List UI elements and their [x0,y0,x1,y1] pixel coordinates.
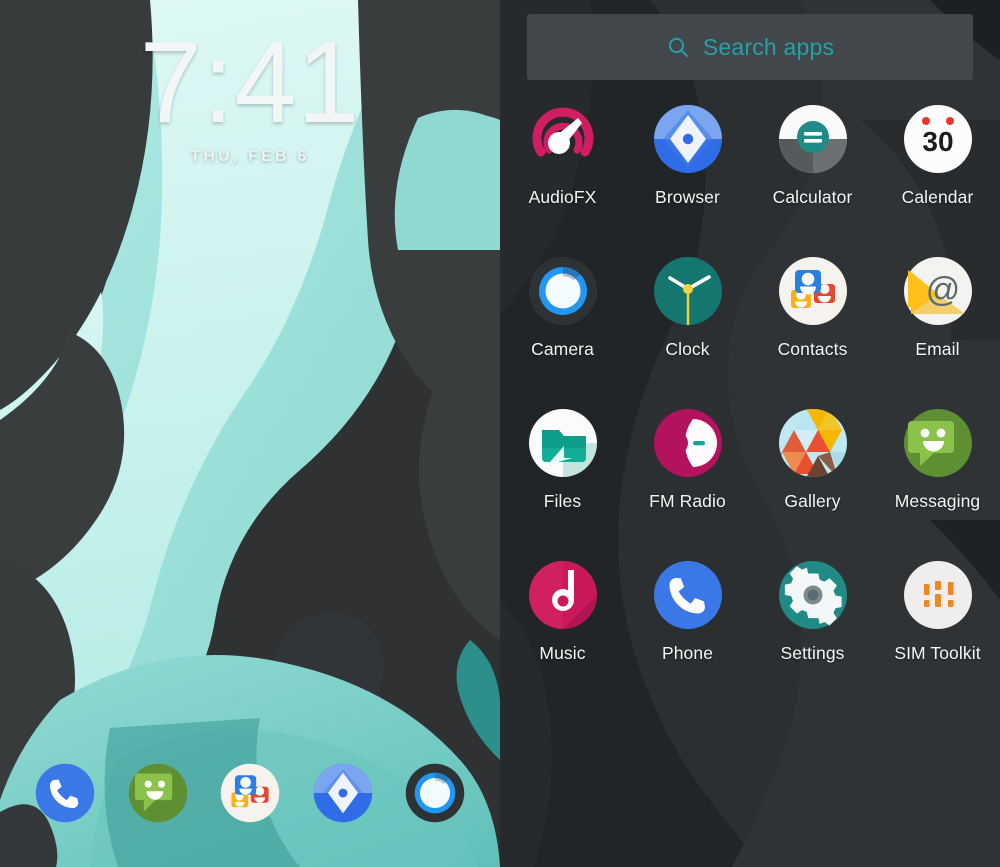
android-launcher-screen: 7:41 THU, FEB 6 Search apps AudioFX Brow… [0,0,1000,867]
files-icon [528,408,598,478]
app-label: FM Radio [649,491,726,511]
app-item-browser[interactable]: Browser [625,104,750,208]
audiofx-icon [528,104,598,174]
app-item-contacts[interactable]: Contacts [750,256,875,360]
app-item-audiofx[interactable]: AudioFX [500,104,625,208]
dock-item-messaging[interactable] [127,762,189,824]
app-label: Music [539,643,586,663]
camera-icon [405,763,465,823]
app-item-clock[interactable]: Clock [625,256,750,360]
camera-icon [528,256,598,326]
app-item-gallery[interactable]: Gallery [750,408,875,512]
dock-item-phone[interactable] [34,762,96,824]
dock [0,762,500,824]
clock-icon [653,256,723,326]
search-input[interactable]: Search apps [703,34,834,61]
phone-icon [35,763,95,823]
app-label: Calendar [901,187,974,207]
calendar-icon: 30 [903,104,973,174]
settings-icon [778,560,848,630]
messaging-icon [128,763,187,823]
phone-icon [653,560,723,630]
app-item-sim-toolkit[interactable]: SIM Toolkit [875,560,1000,664]
app-item-music[interactable]: Music [500,560,625,664]
music-icon [528,560,598,630]
fm-radio-icon [653,408,723,478]
app-label: Files [543,491,582,511]
app-item-email[interactable]: @ Email [875,256,1000,360]
search-apps-bar[interactable]: Search apps [527,14,973,80]
app-item-calendar[interactable]: 30 Calendar [875,104,1000,208]
browser-icon [313,763,372,823]
app-item-calculator[interactable]: Calculator [750,104,875,208]
app-label: Clock [665,339,710,359]
app-label: Gallery [784,491,841,511]
calculator-icon [778,104,848,174]
svg-text:@: @ [925,271,960,309]
gallery-icon [778,408,848,478]
home-screen[interactable]: 7:41 THU, FEB 6 [0,0,500,867]
app-label: Settings [780,643,845,663]
app-label: SIM Toolkit [894,643,981,663]
contacts-icon [778,256,848,326]
app-label: Email [915,339,960,359]
dock-item-browser[interactable] [312,762,374,824]
app-label: AudioFX [528,187,597,207]
app-item-messaging[interactable]: Messaging [875,408,1000,512]
app-label: Calculator [772,187,853,207]
app-label: Browser [655,187,720,207]
email-icon: @ [903,256,973,326]
browser-icon [653,104,723,174]
app-grid: AudioFX Browser Calculator 30 Calendar C… [500,104,1000,664]
sim-toolkit-icon [903,560,973,630]
app-item-camera[interactable]: Camera [500,256,625,360]
app-item-files[interactable]: Files [500,408,625,512]
app-label: Phone [661,643,714,663]
app-label: Camera [531,339,594,359]
app-item-fm-radio[interactable]: FM Radio [625,408,750,512]
app-item-phone[interactable]: Phone [625,560,750,664]
calendar-day-number: 30 [922,126,953,157]
dock-item-camera[interactable] [404,762,466,824]
home-wallpaper [0,0,500,867]
search-icon [666,35,690,59]
dock-item-contacts[interactable] [219,762,281,824]
app-label: Messaging [894,491,981,511]
app-drawer[interactable]: Search apps AudioFX Browser Calculator 3… [500,0,1000,867]
app-label: Contacts [777,339,848,359]
contacts-icon [220,763,280,823]
app-item-settings[interactable]: Settings [750,560,875,664]
messaging-icon [903,408,973,478]
